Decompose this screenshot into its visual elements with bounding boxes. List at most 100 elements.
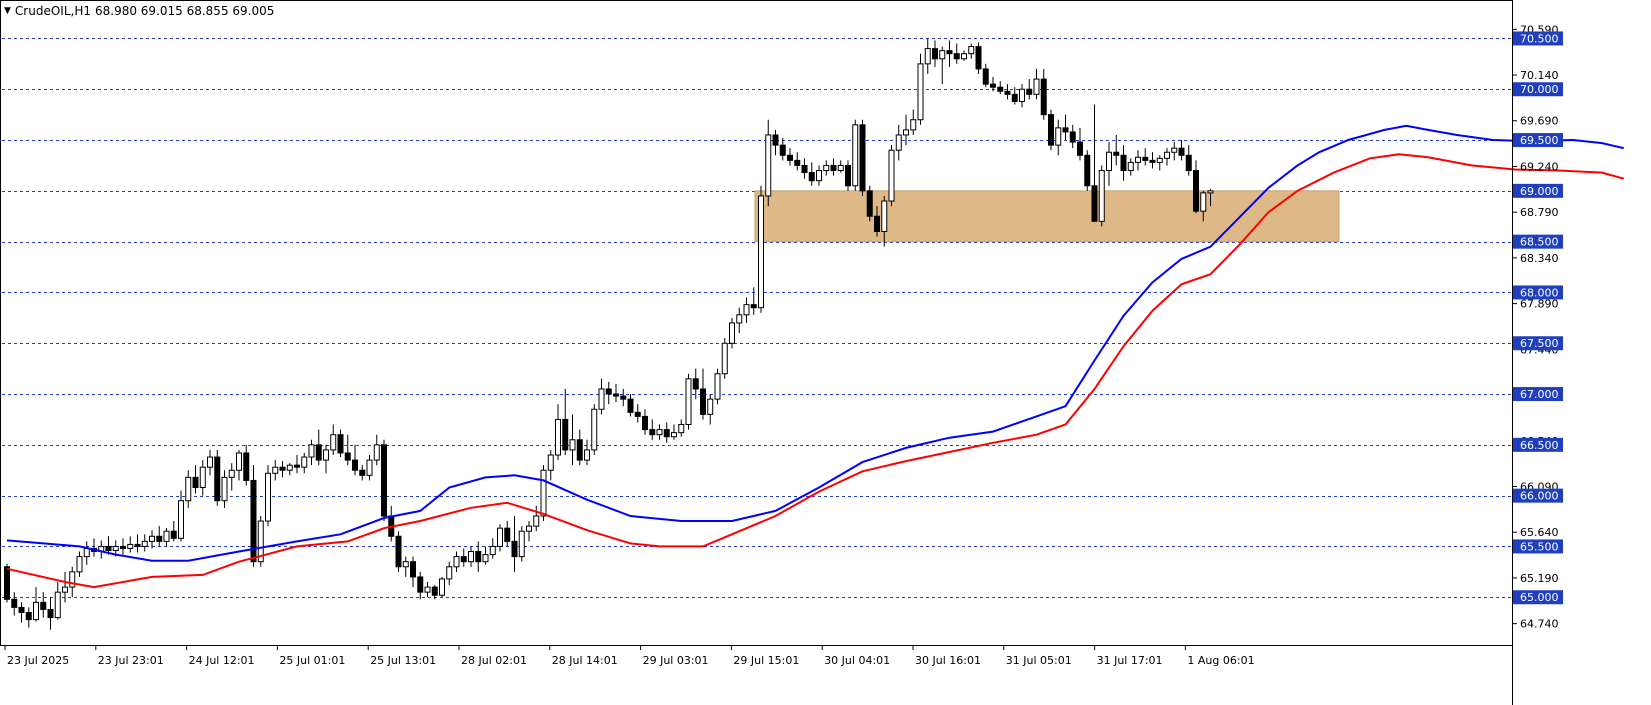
candle-body — [584, 449, 590, 461]
dropdown-triangle-icon[interactable]: ▼ — [4, 6, 11, 16]
price-chart[interactable]: 70.59070.14069.69069.24068.79068.34067.8… — [0, 0, 1651, 705]
candle-body — [656, 429, 663, 436]
candle-body — [301, 456, 308, 468]
candle-body — [33, 601, 39, 621]
candle — [526, 521, 532, 542]
candle-body — [1033, 78, 1040, 95]
candle — [395, 531, 402, 572]
candle — [489, 538, 496, 559]
candle — [1120, 145, 1127, 181]
candle-body — [1091, 185, 1098, 222]
plot-border — [0, 0, 1513, 646]
candle — [163, 528, 170, 547]
candle-body — [1120, 154, 1127, 172]
x-tick-label: 25 Jul 01:01 — [279, 654, 345, 667]
candle — [1019, 84, 1025, 108]
candle — [120, 538, 126, 555]
candle-body — [344, 452, 351, 461]
candle-body — [845, 164, 851, 187]
level-label: 66.000 — [1520, 490, 1559, 503]
candle-body — [373, 444, 380, 461]
candle — [939, 46, 946, 85]
candle-body — [83, 547, 90, 558]
candle — [772, 129, 779, 156]
candle-body — [671, 432, 677, 438]
candle — [11, 592, 18, 616]
candle-body — [156, 535, 163, 542]
candle — [221, 470, 228, 508]
time-axis-labels: 23 Jul 2025 23 Jul 23:01 24 Jul 12:01 25 Ju… — [4, 645, 1255, 667]
candle — [359, 465, 366, 481]
candle-body — [395, 535, 402, 568]
candle-body — [888, 149, 895, 202]
candle-body — [47, 608, 54, 619]
candle-body — [1011, 93, 1018, 102]
candle-body — [837, 164, 844, 172]
level-label: 66.500 — [1520, 439, 1559, 452]
candle — [787, 148, 793, 166]
candle — [475, 541, 482, 572]
candle — [468, 546, 474, 567]
candle — [837, 160, 844, 173]
candle — [910, 109, 917, 135]
candle-body — [547, 454, 554, 471]
candle-body — [1077, 141, 1083, 156]
x-tick-label: 31 Jul 17:01 — [1097, 654, 1163, 667]
candle — [1142, 148, 1149, 166]
candle — [866, 185, 873, 222]
candle — [656, 424, 663, 440]
candle — [1091, 104, 1098, 222]
candle-body — [62, 586, 68, 593]
candle-body — [185, 476, 192, 502]
candle-body — [243, 452, 250, 481]
symbol-label: CrudeOIL,H1 — [14, 4, 91, 18]
candle-body — [874, 215, 880, 232]
level-label: 68.000 — [1520, 286, 1559, 299]
candle — [1004, 84, 1011, 100]
candle — [344, 434, 351, 466]
candle-body — [816, 170, 822, 182]
candle-body — [946, 50, 953, 55]
chart-header: ▼ CrudeOIL,H1 68.980 69.015 68.855 69.00… — [4, 4, 274, 18]
candle-body — [1200, 192, 1207, 212]
x-tick-label: 28 Jul 14:01 — [552, 654, 618, 667]
candle — [1069, 124, 1076, 149]
candle-body — [141, 540, 148, 547]
candle-body — [997, 86, 1004, 92]
candle-body — [968, 46, 975, 55]
candle — [460, 548, 467, 567]
x-tick-label: 30 Jul 16:01 — [915, 654, 981, 667]
price-levels — [2, 38, 1512, 598]
candle — [98, 540, 105, 559]
candle-body — [729, 322, 735, 344]
candle-body — [352, 459, 358, 471]
level-label: 69.500 — [1520, 134, 1559, 147]
candle-body — [1113, 151, 1120, 156]
candle-body — [18, 606, 25, 613]
candle-body — [315, 444, 322, 461]
candle-body — [228, 469, 235, 478]
candle — [975, 42, 982, 75]
candle — [149, 530, 155, 549]
candle — [888, 145, 895, 207]
candle-body — [1048, 114, 1054, 146]
candle — [569, 414, 576, 466]
candle — [18, 602, 25, 623]
candle-body — [1062, 127, 1069, 133]
candle — [1193, 160, 1199, 214]
candle-body — [518, 530, 525, 558]
candle — [721, 338, 728, 379]
y-tick-label: 69.690 — [1520, 115, 1559, 128]
x-tick-label: 29 Jul 15:01 — [733, 654, 799, 667]
candle — [381, 439, 387, 522]
candle — [584, 439, 590, 466]
ohlc-values: 68.980 69.015 68.855 69.005 — [94, 4, 275, 18]
candle — [352, 444, 358, 476]
candle — [1033, 68, 1040, 100]
candle-body — [366, 459, 373, 476]
x-tick-label: 28 Jul 02:01 — [461, 654, 527, 667]
axes — [0, 0, 1513, 705]
candle-body — [11, 598, 18, 608]
candle — [1026, 79, 1033, 100]
candle-body — [1106, 151, 1112, 172]
